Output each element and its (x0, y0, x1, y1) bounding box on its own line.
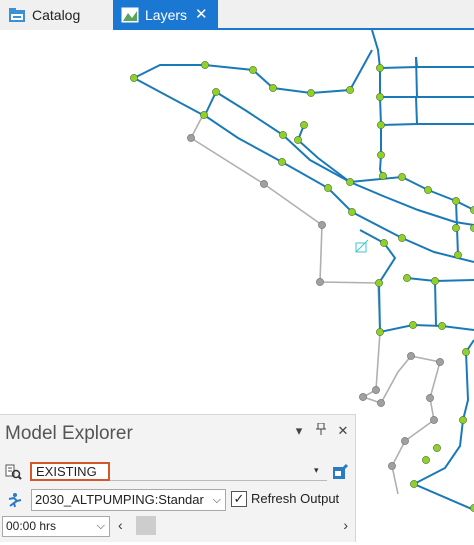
slider-prev-icon[interactable]: ‹ (118, 517, 123, 533)
junction[interactable] (398, 234, 406, 242)
pipe[interactable] (379, 66, 474, 69)
inactive-junction[interactable] (377, 399, 385, 407)
junction[interactable] (422, 456, 430, 464)
junction[interactable] (410, 480, 418, 488)
inactive-junction[interactable] (426, 394, 434, 402)
tab-catalog[interactable]: Catalog (0, 0, 113, 30)
junction[interactable] (348, 208, 356, 216)
scenario-icon (5, 464, 23, 480)
junction[interactable] (438, 322, 446, 330)
inactive-junction[interactable] (436, 358, 444, 366)
slider-next-icon[interactable]: › (343, 517, 348, 533)
pin-icon[interactable] (315, 422, 327, 439)
inactive-junction[interactable] (407, 352, 415, 360)
junction[interactable] (409, 321, 417, 329)
tab-layers-label: Layers (145, 7, 188, 23)
junction[interactable] (398, 173, 406, 181)
junction[interactable] (346, 178, 354, 186)
junction[interactable] (433, 444, 441, 452)
tab-catalog-label: Catalog (32, 7, 81, 23)
inactive-junction[interactable] (359, 393, 367, 401)
calculation-option-value: 2030_ALTPUMPING:Standar (35, 492, 204, 507)
inactive-junction[interactable] (430, 416, 438, 424)
scenario-select[interactable]: EXISTING (30, 462, 110, 481)
junction[interactable] (201, 61, 209, 69)
junction[interactable] (212, 88, 220, 96)
pipe[interactable] (204, 90, 474, 211)
inactive-junction[interactable] (372, 386, 380, 394)
junction[interactable] (130, 74, 138, 82)
junction[interactable] (324, 184, 332, 192)
inactive-junction[interactable] (401, 437, 409, 445)
tab-layers[interactable]: Layers ✕ (113, 0, 218, 30)
junction[interactable] (403, 274, 411, 282)
junction[interactable] (380, 239, 388, 247)
junction[interactable] (377, 151, 385, 159)
pipe[interactable] (411, 339, 474, 511)
close-tab-icon[interactable]: ✕ (195, 7, 208, 22)
pipe[interactable] (380, 123, 474, 126)
calculation-option-select[interactable]: 2030_ALTPUMPING:Standar ⌵ (31, 489, 226, 511)
junction[interactable] (459, 416, 467, 424)
junction[interactable] (470, 504, 474, 512)
inactive-junction[interactable] (318, 221, 326, 229)
junction[interactable] (424, 186, 432, 194)
refresh-output-checkbox[interactable]: ✓ (231, 491, 247, 507)
chevron-down-icon: ⌵ (212, 494, 221, 506)
scenario-dropdown-icon[interactable]: ▾ (314, 465, 319, 476)
junction[interactable] (375, 279, 383, 287)
inactive-junction[interactable] (388, 462, 396, 470)
junction[interactable] (454, 251, 462, 259)
panel-menu-icon[interactable]: ▾ (293, 423, 305, 439)
junction[interactable] (379, 172, 387, 180)
tab-bar: Catalog Layers ✕ (0, 0, 474, 30)
junction[interactable] (376, 328, 384, 336)
inactive-junction[interactable] (187, 134, 195, 142)
pipe[interactable] (203, 114, 474, 263)
junction[interactable] (200, 111, 208, 119)
junction[interactable] (294, 136, 302, 144)
junction[interactable] (279, 131, 287, 139)
junction[interactable] (249, 66, 257, 74)
panel-controls: ▾ ✕ (293, 422, 349, 439)
inactive-junction[interactable] (260, 180, 268, 188)
time-slider[interactable]: ‹ › (115, 516, 351, 537)
pipe[interactable] (434, 280, 437, 326)
time-select[interactable]: 00:00 hrs ⌵ (2, 516, 110, 537)
junction[interactable] (377, 121, 385, 129)
panel-title: Model Explorer (5, 423, 133, 444)
tank-icon[interactable] (355, 239, 369, 253)
model-explorer-panel: Model Explorer ▾ ✕ EXISTING ▾ 2030_ALTPU… (0, 414, 356, 542)
panel-close-icon[interactable]: ✕ (337, 423, 349, 439)
junction[interactable] (346, 86, 354, 94)
manage-scenarios-icon[interactable] (331, 463, 349, 479)
pipe[interactable] (406, 277, 474, 283)
junction[interactable] (376, 93, 384, 101)
junction[interactable] (300, 121, 308, 129)
pipe[interactable] (415, 96, 418, 125)
catalog-icon (8, 7, 26, 23)
junction[interactable] (376, 64, 384, 72)
refresh-output-label: Refresh Output (251, 491, 340, 506)
pipe[interactable] (415, 56, 418, 98)
pipe[interactable] (133, 77, 204, 116)
layers-icon (121, 7, 139, 23)
calculation-icon (6, 492, 24, 508)
junction[interactable] (452, 197, 460, 205)
junction[interactable] (278, 158, 286, 166)
junction[interactable] (307, 89, 315, 97)
junction[interactable] (462, 348, 470, 356)
slider-thumb[interactable] (136, 516, 156, 535)
inactive-junction[interactable] (316, 278, 324, 286)
time-value: 00:00 hrs (6, 519, 57, 533)
junction[interactable] (431, 277, 439, 285)
junction[interactable] (452, 224, 460, 232)
junction[interactable] (269, 84, 277, 92)
chevron-down-icon: ⌵ (96, 520, 105, 532)
